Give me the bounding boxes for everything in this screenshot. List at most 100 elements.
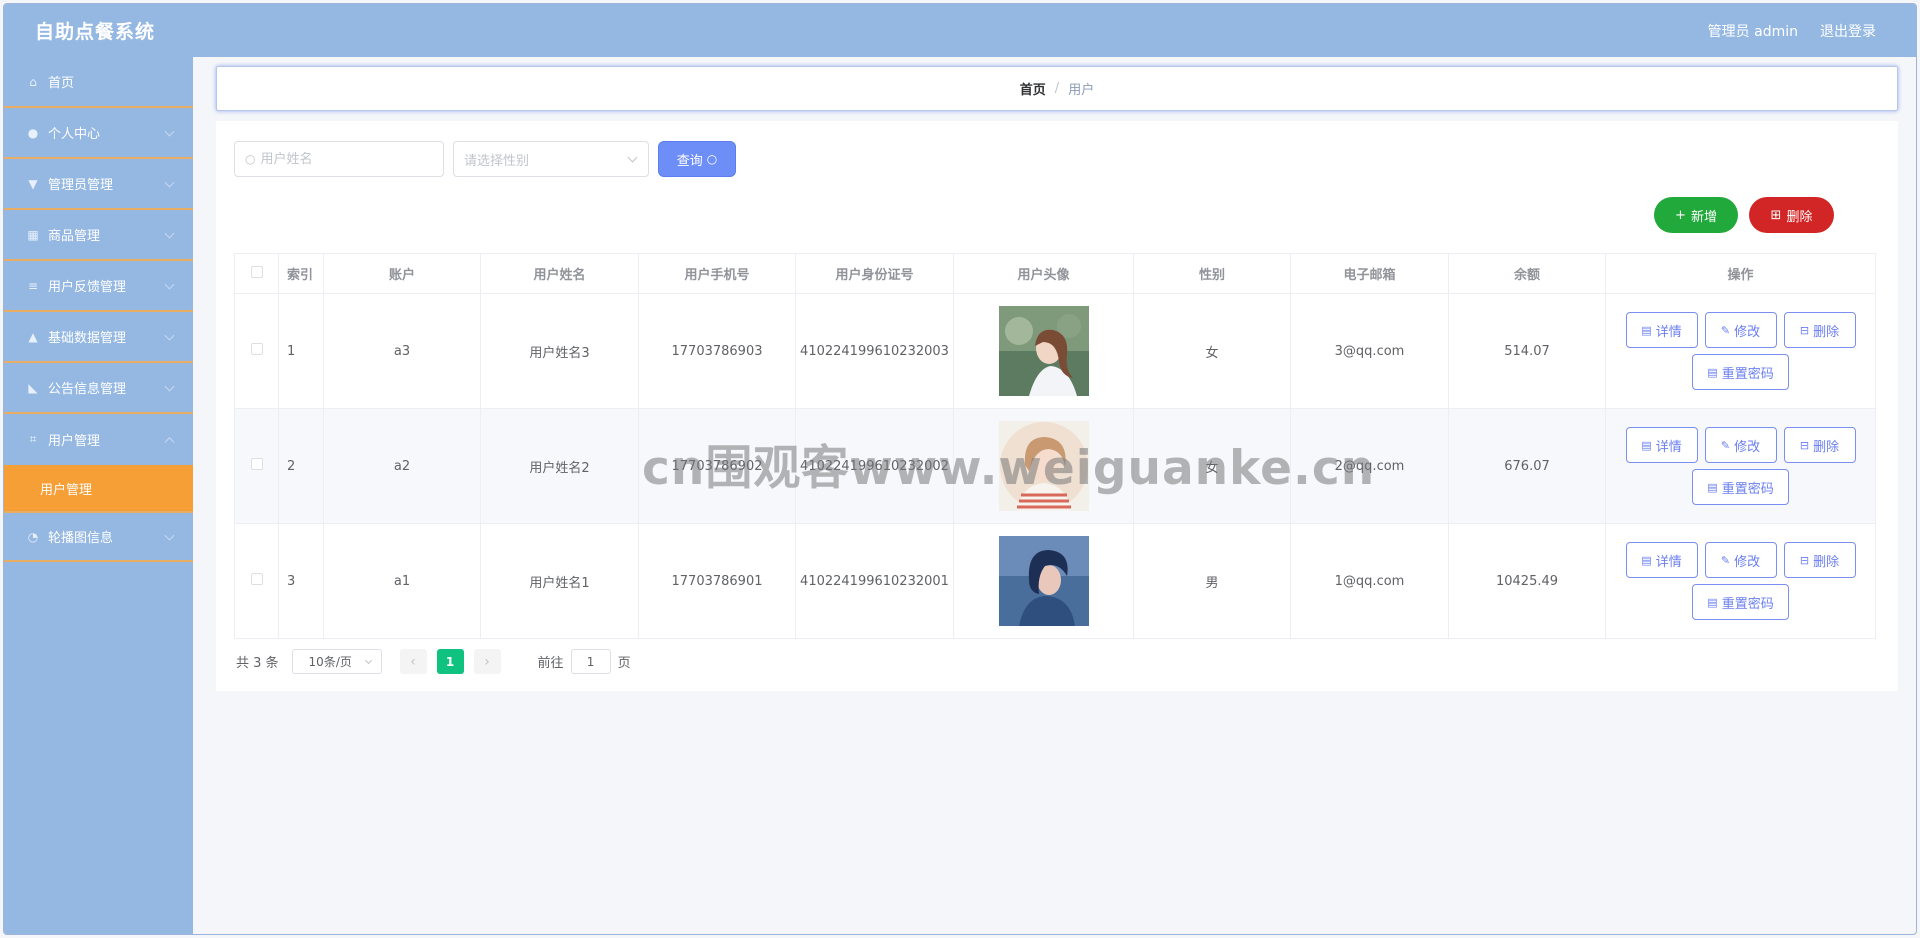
sidebar-item-label: 基础数据管理 (48, 331, 127, 346)
name-search-input[interactable] (260, 151, 433, 167)
id-card-cell: 410224199610232002 (795, 408, 954, 524)
detail-button[interactable]: ▤ 详情 (1625, 312, 1698, 348)
chevron-down-icon (164, 126, 175, 137)
edit-label: 修改 (1734, 554, 1761, 570)
avatar[interactable] (998, 306, 1089, 396)
header-user-area: 管理员 admin 退出登录 (1708, 21, 1876, 41)
trash-icon: ⊟ (1799, 323, 1810, 337)
row-operations: ▤ 详情 ✎ 修改 ⊟ 删除 ▤ 重置密码 (1606, 542, 1875, 620)
sidebar-item-product-management[interactable]: ▦ 商品管理 (4, 210, 193, 261)
detail-button[interactable]: ▤ 详情 (1625, 427, 1698, 463)
phone-cell: 17703786902 (638, 408, 796, 524)
edit-label: 修改 (1734, 439, 1761, 455)
pencil-icon: ✎ (1720, 323, 1731, 337)
menu-icon: ≡ (27, 278, 39, 293)
current-user-label: 管理员 admin (1707, 23, 1798, 40)
query-button[interactable]: 查询 ○ (658, 141, 736, 177)
table-row: 3 a1 用户姓名1 17703786901 41022419961023200… (234, 523, 1876, 639)
page-number-button[interactable]: 1 (436, 649, 464, 674)
avatar-cell (953, 408, 1134, 524)
pagination: 共 3 条 10条/页 ‹ 1 › 前往 页 (236, 649, 631, 674)
column-header: 电子邮箱 (1290, 253, 1449, 294)
delete-button[interactable]: ⊟ 删除 (1783, 312, 1856, 348)
breadcrumb-current: 用户 (1068, 83, 1095, 98)
document-icon: ▤ (1707, 595, 1718, 609)
sidebar-item-feedback-management[interactable]: ≡ 用户反馈管理 (4, 261, 193, 312)
row-checkbox[interactable] (250, 343, 263, 355)
query-button-label: 查询 (676, 153, 703, 169)
avatar[interactable] (998, 536, 1089, 626)
table-header-row: 索引 账户 用户姓名 用户手机号 用户身份证号 用户头像 性别 电子邮箱 余额 … (234, 253, 1876, 294)
chevron-down-icon (627, 152, 638, 163)
operations-cell: ▤ 详情 ✎ 修改 ⊟ 删除 ▤ 重置密码 (1605, 408, 1876, 524)
logout-link[interactable]: 退出登录 (1820, 21, 1876, 41)
reset-password-button[interactable]: ▤ 重置密码 (1692, 469, 1789, 505)
prev-page-button[interactable]: ‹ (399, 649, 427, 674)
account-cell: a3 (323, 293, 481, 409)
gender-cell: 女 (1133, 293, 1291, 409)
add-button-label: 新增 (1690, 209, 1717, 225)
email-cell: 2@qq.com (1290, 408, 1449, 524)
row-checkbox[interactable] (250, 458, 263, 470)
breadcrumb: 首页 / 用户 (216, 66, 1898, 111)
chevron-down-icon (364, 656, 372, 665)
delete-label: 删除 (1813, 554, 1840, 570)
edit-button[interactable]: ✎ 修改 (1704, 312, 1777, 348)
row-operations: ▤ 详情 ✎ 修改 ⊟ 删除 ▤ 重置密码 (1606, 312, 1875, 390)
sidebar-item-user-management[interactable]: ⌗ 用户管理 (4, 414, 193, 465)
reset-password-button[interactable]: ▤ 重置密码 (1692, 354, 1789, 390)
pencil-icon: ✎ (1720, 438, 1731, 452)
column-header: 账户 (323, 253, 481, 294)
avatar[interactable] (998, 421, 1089, 511)
row-select-cell (234, 408, 279, 524)
add-button[interactable]: + 新增 (1654, 197, 1738, 233)
operations-cell: ▤ 详情 ✎ 修改 ⊟ 删除 ▤ 重置密码 (1605, 523, 1876, 639)
gender-select[interactable]: 请选择性别 (453, 141, 649, 177)
sidebar-item-personal-center[interactable]: ● 个人中心 (4, 108, 193, 159)
column-header: 用户手机号 (638, 253, 796, 294)
account-cell: a1 (323, 523, 481, 639)
sidebar-item-label: 轮播图信息 (48, 531, 114, 546)
goto-page-input[interactable] (570, 649, 611, 674)
edit-button[interactable]: ✎ 修改 (1704, 427, 1777, 463)
reset-password-button[interactable]: ▤ 重置密码 (1692, 584, 1789, 620)
stamp-icon: ▼ (28, 176, 38, 191)
sidebar-item-home[interactable]: ⌂ 首页 (4, 57, 193, 108)
person-icon: ▲ (28, 329, 38, 344)
column-header: 索引 (278, 253, 324, 294)
delete-button[interactable]: ⊟ 删除 (1783, 542, 1856, 578)
chevron-down-icon (164, 177, 175, 188)
next-page-button[interactable]: › (473, 649, 501, 674)
gauge-icon: ◔ (27, 529, 39, 544)
batch-delete-button[interactable]: ⊞ 删除 (1749, 197, 1834, 233)
id-card-cell: 410224199610232001 (795, 523, 954, 639)
chevron-down-icon (164, 279, 175, 290)
detail-button[interactable]: ▤ 详情 (1625, 542, 1698, 578)
grid-icon: ▦ (27, 227, 39, 242)
breadcrumb-home[interactable]: 首页 (1020, 79, 1046, 98)
sidebar-item-carousel-info[interactable]: ◔ 轮播图信息 (4, 511, 193, 562)
sidebar-subitem-user-management[interactable]: 用户管理 (4, 465, 193, 511)
row-checkbox[interactable] (250, 573, 263, 585)
sidebar-item-admin-management[interactable]: ▼ 管理员管理 (4, 159, 193, 210)
chevron-up-icon (164, 436, 175, 447)
column-header: 用户身份证号 (795, 253, 954, 294)
sidebar-item-notice-management[interactable]: ◣ 公告信息管理 (4, 363, 193, 414)
chevron-down-icon (164, 381, 175, 392)
select-all-checkbox[interactable] (250, 265, 263, 278)
thumb-icon: ◣ (28, 380, 38, 395)
goto-page: 前往 页 (538, 649, 631, 674)
chevron-down-icon (164, 228, 175, 239)
document-icon: ▤ (1641, 553, 1652, 567)
sidebar-item-label: 个人中心 (48, 127, 101, 142)
delete-button[interactable]: ⊟ 删除 (1783, 427, 1856, 463)
sidebar-item-basic-data-management[interactable]: ▲ 基础数据管理 (4, 312, 193, 363)
gender-cell: 男 (1133, 523, 1291, 639)
balance-cell: 10425.49 (1448, 523, 1606, 639)
gender-cell: 女 (1133, 408, 1291, 524)
name-cell: 用户姓名1 (480, 523, 639, 639)
goto-suffix: 页 (617, 656, 631, 671)
edit-button[interactable]: ✎ 修改 (1704, 542, 1777, 578)
user-icon: ● (27, 125, 39, 140)
page-size-select[interactable]: 10条/页 (291, 649, 382, 674)
